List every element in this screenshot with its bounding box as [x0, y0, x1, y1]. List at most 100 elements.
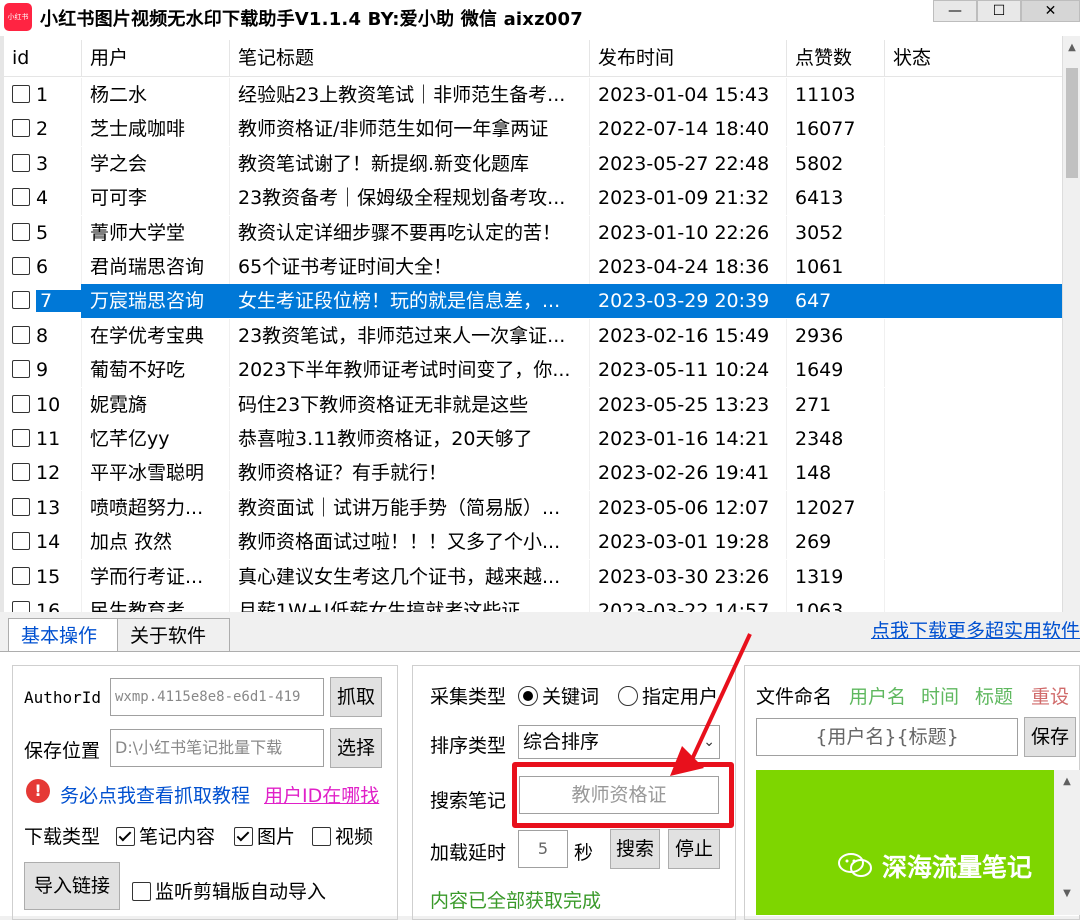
cell-user: 芝士咸咖啡 [82, 112, 230, 147]
close-button[interactable]: ✕ [1021, 0, 1080, 22]
scroll-down-icon[interactable]: ▼ [1054, 888, 1080, 899]
row-checkbox[interactable] [12, 360, 30, 379]
tag-time[interactable]: 时间 [921, 682, 959, 709]
table-row[interactable]: 2 芝士咸咖啡 教师资格证/非师范生如何一年拿两证 2022-07-14 18:40 1… [4, 112, 1062, 147]
table-row[interactable]: 3 学之会 教资笔试谢了！新提纲.新变化题库 2023-05-27 22:48 5802 [4, 146, 1062, 181]
table-row[interactable]: 16 民生教育考... 月薪1W+!低薪女生搞就考这些证 2023-03-22 14:… [4, 594, 1062, 612]
scroll-thumb[interactable] [1066, 68, 1078, 178]
row-checkbox[interactable] [12, 325, 30, 344]
row-checkbox[interactable] [12, 463, 30, 482]
table-row[interactable]: 11 忆芊亿yy 恭喜啦3.11教师资格证，20天够了 2023-01-16 14:2… [4, 422, 1062, 456]
cell-user: 平平冰雪聪明 [82, 456, 230, 491]
opt-video-checkbox[interactable]: 视频 [312, 822, 373, 849]
table-scrollbar[interactable]: ▲ [1062, 36, 1080, 612]
maximize-button[interactable]: ☐ [977, 0, 1021, 22]
header-status[interactable]: 状态 [885, 40, 1062, 76]
row-checkbox[interactable] [12, 601, 30, 612]
row-checkbox[interactable] [12, 566, 30, 585]
tag-reset[interactable]: 重设 [1031, 682, 1069, 709]
cell-title: 65个证书考证时间大全！ [230, 250, 590, 284]
table-row[interactable]: 12 平平冰雪聪明 教师资格证？有手就行！ 2023-02-26 19:41 148 [4, 456, 1062, 491]
import-links-button[interactable]: 导入链接 [24, 862, 120, 910]
cell-title: 23教资备考｜保姆级全程规划备考攻... [230, 181, 590, 216]
row-id: 13 [36, 496, 61, 519]
table-row[interactable]: 5 菁师大学堂 教资认定详细步骤不要再吃认定的苦！ 2023-01-10 22:26 3… [4, 215, 1062, 250]
row-checkbox[interactable] [12, 153, 30, 172]
cell-time: 2023-03-29 20:39 [590, 284, 787, 319]
table-row[interactable]: 14 加点 孜然 教师资格面试过啦！！！又多了个小... 2023-03-01 19:… [4, 525, 1062, 560]
header-title[interactable]: 笔记标题 [230, 40, 590, 76]
checkbox-icon[interactable] [312, 826, 331, 846]
checkbox-icon[interactable] [132, 881, 151, 901]
file-naming-label: 文件命名 [756, 686, 833, 708]
tag-username[interactable]: 用户名 [849, 682, 906, 709]
cell-user: 菁师大学堂 [82, 215, 230, 250]
userid-help-link[interactable]: 用户ID在哪找 [264, 781, 379, 808]
opt-note-checkbox[interactable]: 笔记内容 [116, 822, 215, 849]
table-row[interactable]: 9 葡萄不好吃 2023下半年教师证考试时间变了，你... 2023-05-11 10… [4, 353, 1062, 388]
save-path-input[interactable]: D:\小红书笔记批量下载 [110, 729, 324, 767]
checkbox-checked-icon[interactable] [234, 826, 253, 846]
cell-status [885, 491, 1062, 525]
scroll-up-icon[interactable]: ▲ [1054, 776, 1080, 787]
cell-id: 1 [4, 78, 82, 112]
table-row[interactable]: 1 杨二水 经验贴23上教资笔试｜非师范生备考... 2023-01-04 15:43… [4, 78, 1062, 112]
table-row[interactable]: 8 在学优考宝典 23教资笔试，非师范过来人一次拿证... 2023-02-16 15… [4, 318, 1062, 353]
row-checkbox[interactable] [12, 394, 30, 413]
checkbox-checked-icon[interactable] [116, 826, 135, 846]
authorid-input[interactable]: wxmp.4115e8e8-e6d1-419 [110, 678, 324, 716]
stop-button[interactable]: 停止 [668, 829, 720, 869]
preview-scrollbar[interactable]: ▲ ▼ [1054, 770, 1080, 915]
table-row[interactable]: 6 君尚瑞思咨询 65个证书考证时间大全！ 2023-04-24 18:36 1061 [4, 250, 1062, 284]
row-id: 7 [36, 290, 81, 313]
tab-basic[interactable]: 基本操作 [8, 618, 118, 652]
header-id[interactable]: id [4, 40, 82, 76]
table-row[interactable]: 13 喷喷超努力... 教资面试｜试讲万能手势（简易版）... 2023-05-06 … [4, 490, 1062, 525]
cell-time: 2023-04-24 18:36 [590, 250, 787, 284]
row-checkbox[interactable] [12, 532, 30, 551]
tutorial-link[interactable]: 务必点我查看抓取教程 [60, 781, 250, 808]
grab-button[interactable]: 抓取 [330, 677, 382, 717]
tab-about[interactable]: 关于软件 [118, 618, 230, 652]
cell-title: 教师资格证？有手就行！ [230, 456, 590, 491]
cell-title: 女生考证段位榜！玩的就是信息差，... [230, 284, 590, 319]
cell-status [885, 560, 1062, 594]
row-checkbox[interactable] [12, 429, 30, 447]
naming-input[interactable]: {用户名}{标题} [756, 718, 1018, 756]
opt-image-checkbox[interactable]: 图片 [234, 822, 295, 849]
minimize-button[interactable]: — [933, 0, 977, 22]
tag-title[interactable]: 标题 [975, 682, 1013, 709]
radio-icon[interactable] [618, 686, 638, 706]
wechat-icon [838, 853, 872, 877]
search-button[interactable]: 搜索 [610, 829, 660, 869]
cell-id: 9 [4, 353, 82, 388]
table-row[interactable]: 15 学而行考证... 真心建议女生考这几个证书，越来越... 2023-03-30 … [4, 559, 1062, 594]
watermark-text: 深海流量笔记 [882, 853, 1033, 882]
cell-likes: 148 [787, 456, 885, 491]
save-naming-button[interactable]: 保存 [1024, 717, 1076, 757]
delay-input[interactable]: 5 [518, 830, 568, 868]
radio-selected-icon[interactable] [518, 686, 538, 706]
row-checkbox[interactable] [12, 85, 30, 103]
row-checkbox[interactable] [12, 222, 30, 241]
cell-time: 2023-05-06 12:07 [590, 490, 787, 525]
row-checkbox[interactable] [12, 119, 30, 138]
row-checkbox[interactable] [12, 257, 30, 275]
header-likes[interactable]: 点赞数 [787, 40, 885, 76]
cell-id: 15 [4, 559, 82, 594]
table-row[interactable]: 4 可可李 23教资备考｜保姆级全程规划备考攻... 2023-01-09 21:32… [4, 181, 1062, 216]
clipboard-auto-import[interactable]: 监听剪辑版自动导入 [132, 877, 326, 904]
cell-likes: 269 [787, 525, 885, 560]
more-software-link[interactable]: 点我下载更多超实用软件 [871, 616, 1080, 643]
header-time[interactable]: 发布时间 [590, 40, 787, 76]
row-checkbox[interactable] [12, 188, 30, 207]
table-row[interactable]: 7 万宸瑞思咨询 女生考证段位榜！玩的就是信息差，... 2023-03-29 20:… [4, 284, 1062, 319]
choose-folder-button[interactable]: 选择 [330, 728, 382, 768]
radio-keyword[interactable]: 关键词 [518, 682, 599, 709]
table-row[interactable]: 10 妮霓旖 码住23下教师资格证无非就是这些 2023-05-25 13:23 271 [4, 387, 1062, 422]
row-checkbox[interactable] [12, 497, 30, 516]
row-checkbox[interactable] [12, 291, 30, 310]
header-user[interactable]: 用户 [82, 40, 230, 76]
scroll-up-icon[interactable]: ▲ [1063, 42, 1080, 53]
cell-user: 忆芊亿yy [82, 422, 230, 456]
